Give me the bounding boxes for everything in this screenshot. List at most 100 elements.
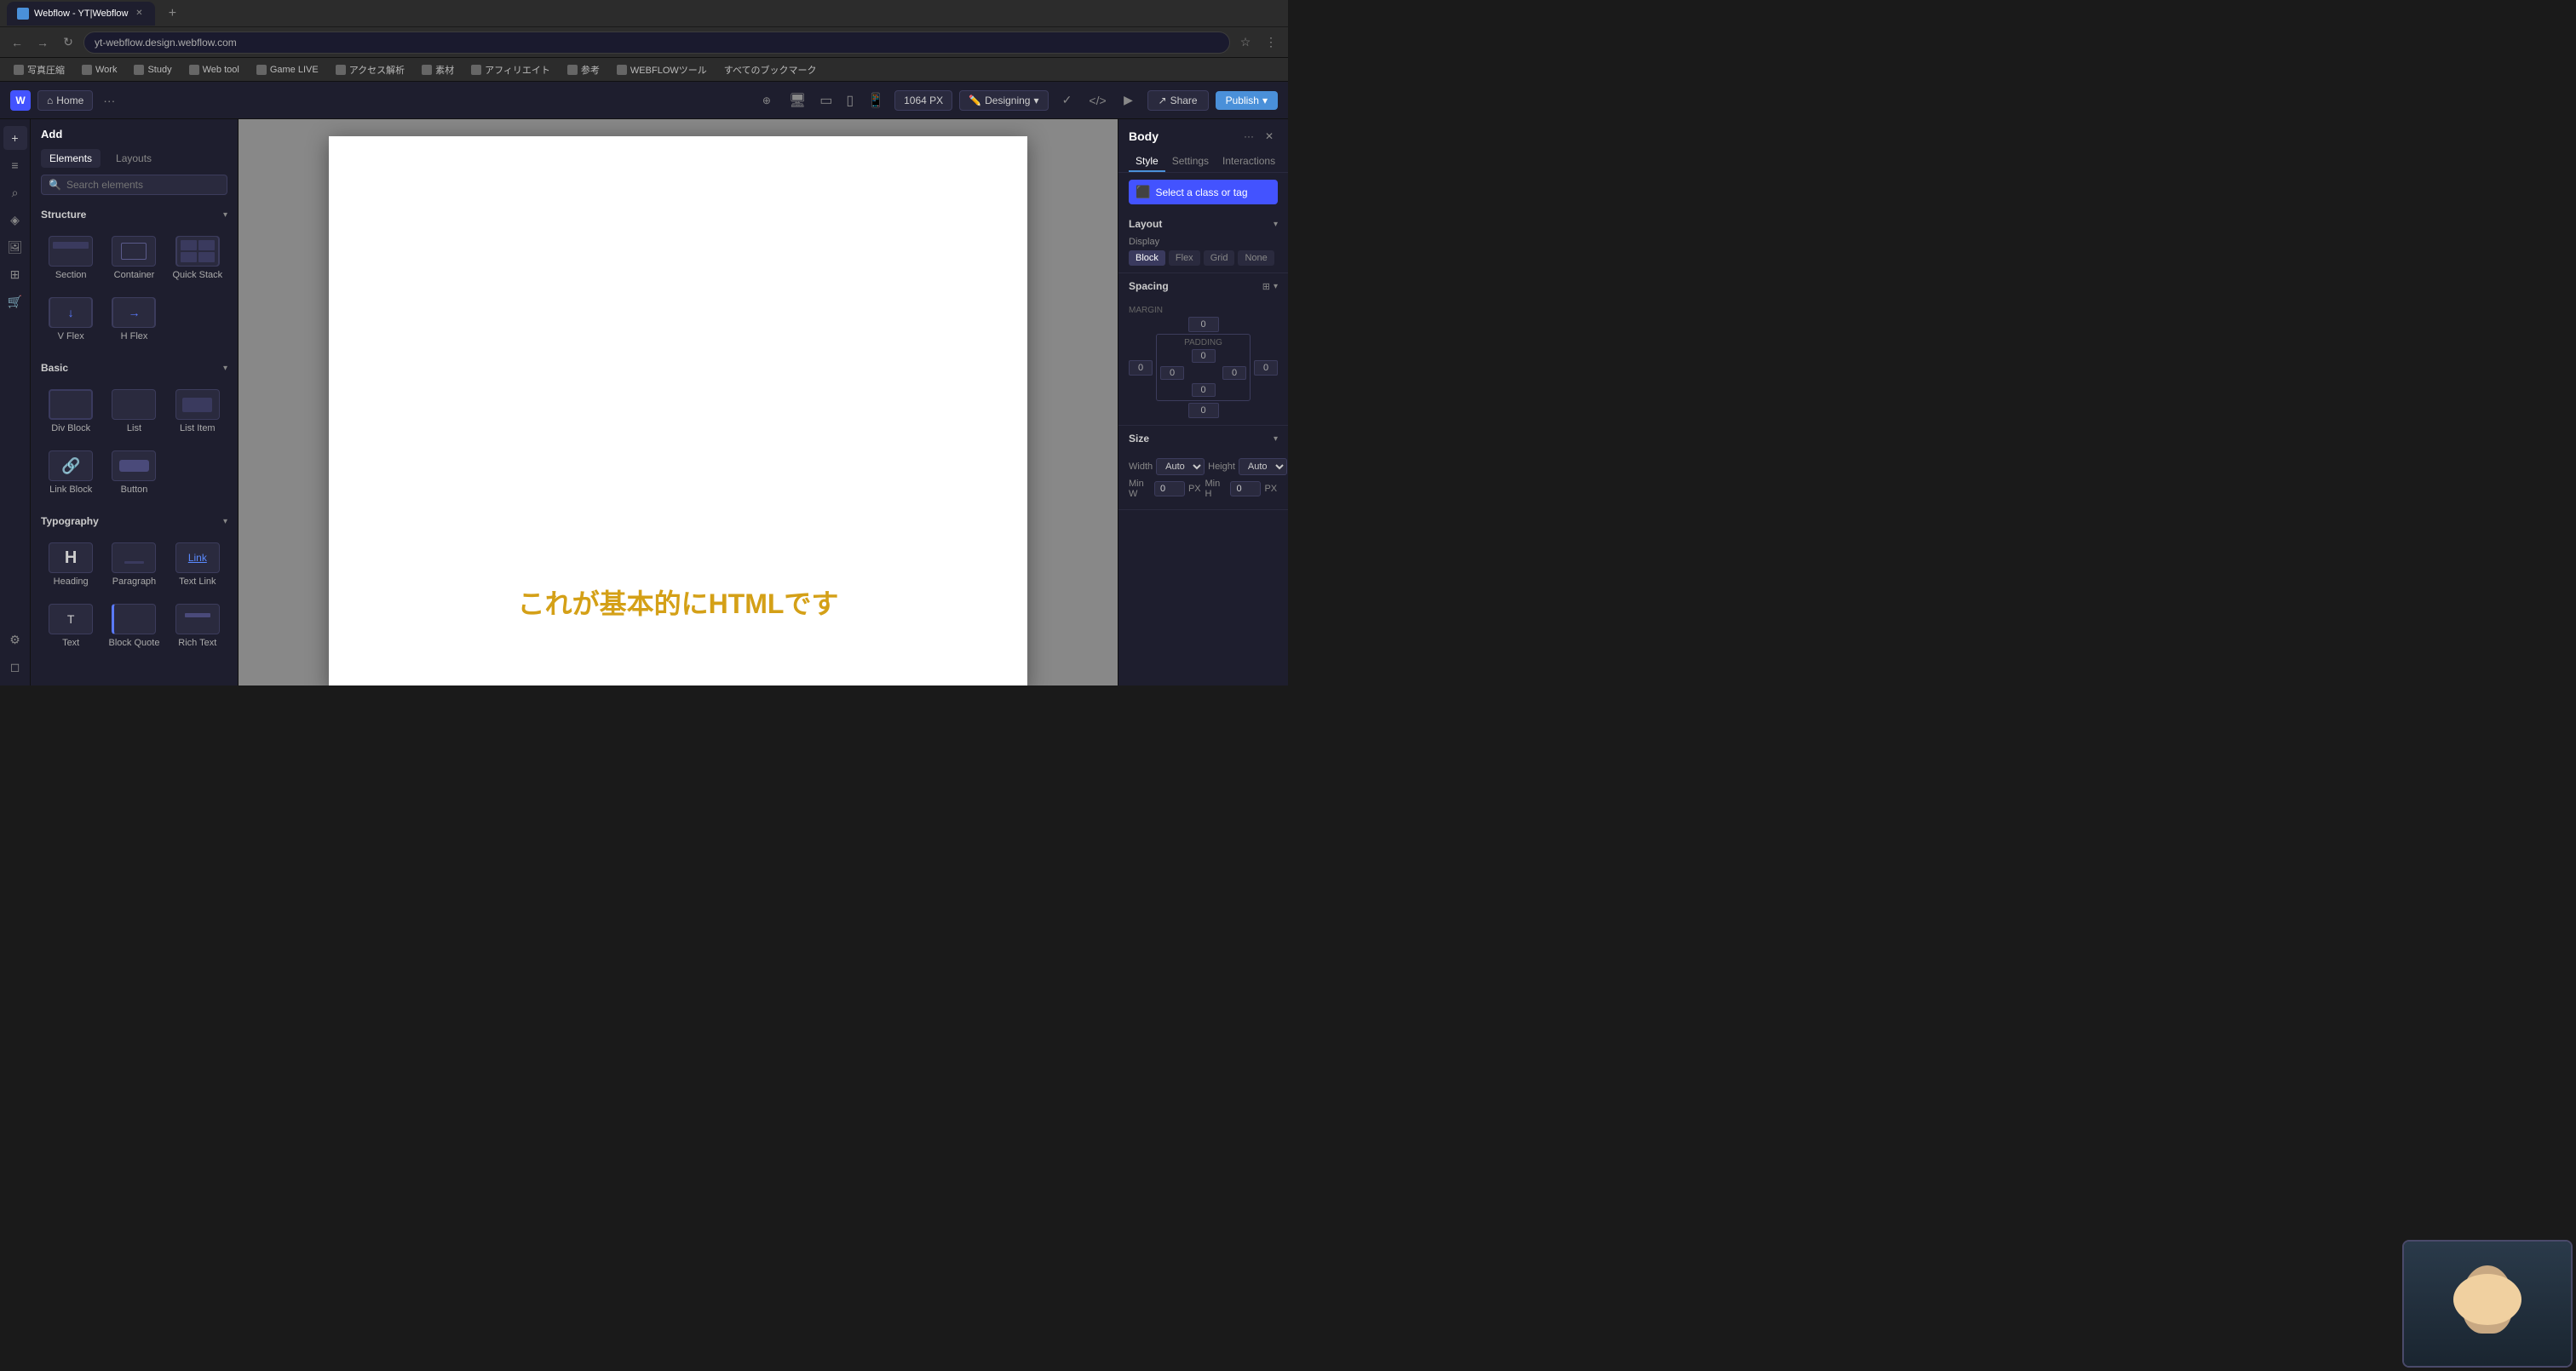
cms-icon[interactable]: ⊞ — [3, 262, 27, 286]
display-flex-btn[interactable]: Flex — [1169, 250, 1200, 266]
extensions-btn[interactable]: ☆ — [1235, 32, 1256, 53]
more-icon[interactable]: ··· — [1240, 128, 1257, 145]
settings-icon[interactable]: ⚙ — [3, 628, 27, 651]
assets-icon[interactable]: 🖼 — [3, 235, 27, 259]
bookmark-affiliate[interactable]: アフィリエイト — [464, 61, 557, 78]
close-icon[interactable]: ✕ — [1261, 128, 1278, 145]
tab-close-btn[interactable]: ✕ — [133, 8, 145, 20]
margin-right-input[interactable] — [1254, 360, 1278, 376]
tab-settings[interactable]: Settings — [1165, 152, 1216, 172]
height-input[interactable]: Auto — [1239, 458, 1287, 475]
basic-title: Basic — [41, 362, 68, 374]
spacing-adjust-icon[interactable]: ⊞ — [1262, 281, 1270, 292]
min-w-input[interactable] — [1154, 481, 1185, 496]
spacing-section-header[interactable]: Spacing ⊞ ▾ — [1118, 273, 1288, 299]
display-block-btn[interactable]: Block — [1129, 250, 1165, 266]
tablet-btn[interactable]: ▯ — [842, 89, 857, 112]
margin-top-input[interactable] — [1188, 317, 1219, 332]
structure-section-header[interactable]: Structure ▾ — [31, 202, 238, 226]
checkmark-btn[interactable]: ✓ — [1055, 89, 1079, 112]
dots-menu-btn[interactable]: ··· — [103, 94, 115, 107]
bookmark-study[interactable]: Study — [127, 63, 178, 77]
element-paragraph[interactable]: Paragraph — [104, 536, 164, 594]
margin-left-input[interactable] — [1129, 360, 1153, 376]
search-icon[interactable]: ⌕ — [3, 181, 27, 204]
app-body: + ≡ ⌕ ◈ 🖼 ⊞ 🛒 ⚙ ◻ Add Elements Layouts — [0, 119, 1288, 686]
tab-elements[interactable]: Elements — [41, 149, 101, 168]
style-selector[interactable]: ⬛ Select a class or tag — [1129, 180, 1278, 204]
preview-toggle-btn[interactable]: ▶ — [1117, 89, 1141, 112]
refresh-btn[interactable]: ↻ — [58, 32, 78, 53]
bookmark-work[interactable]: Work — [75, 63, 124, 77]
tab-style[interactable]: Style — [1129, 152, 1165, 172]
element-blockquote[interactable]: Block Quote — [104, 597, 164, 655]
code-btn[interactable]: </> — [1086, 89, 1110, 112]
padding-top-input[interactable] — [1192, 349, 1216, 363]
min-h-unit: PX — [1264, 484, 1278, 494]
new-tab-btn[interactable]: + — [162, 3, 182, 24]
typography-section-header[interactable]: Typography ▾ — [31, 508, 238, 532]
padding-left-input[interactable] — [1160, 366, 1184, 380]
element-container[interactable]: Container — [104, 229, 164, 287]
layout-section-header[interactable]: Layout ▾ — [1118, 211, 1288, 237]
desktop-btn[interactable]: 🖥 — [785, 89, 809, 112]
bookmark-material[interactable]: 素材 — [415, 61, 461, 78]
ecommerce-icon[interactable]: 🛒 — [3, 290, 27, 313]
element-vflex[interactable]: ↓ V Flex — [41, 290, 101, 348]
active-tab[interactable]: Webflow - YT|Webflow ✕ — [7, 2, 155, 26]
min-h-input[interactable] — [1230, 481, 1261, 496]
padding-right-input[interactable] — [1222, 366, 1246, 380]
margin-bottom-input[interactable] — [1188, 403, 1219, 418]
heading-label: Heading — [54, 577, 89, 587]
style-guide-icon[interactable]: ◻ — [3, 655, 27, 679]
bookmark-webflow-tool[interactable]: WEBFLOWツール — [610, 61, 714, 78]
bookmark-access[interactable]: アクセス解析 — [329, 61, 411, 78]
components-icon[interactable]: ◈ — [3, 208, 27, 232]
element-textlink[interactable]: Link Text Link — [168, 536, 227, 594]
tab-interactions[interactable]: Interactions — [1216, 152, 1282, 172]
home-btn[interactable]: ⌂ Home — [37, 90, 93, 111]
element-section[interactable]: Section — [41, 229, 101, 287]
element-hflex[interactable]: → H Flex — [104, 290, 164, 348]
element-text[interactable]: T Text — [41, 597, 101, 655]
back-btn[interactable]: ← — [7, 32, 27, 53]
element-linkblock[interactable]: 🔗 Link Block — [41, 444, 101, 502]
size-section-header[interactable]: Size ▾ — [1118, 426, 1288, 451]
style-tabs: Style Settings Interactions — [1118, 145, 1288, 173]
element-heading[interactable]: H Heading — [41, 536, 101, 594]
element-quickstack[interactable]: Quick Stack — [168, 229, 227, 287]
navigator-icon[interactable]: ≡ — [3, 153, 27, 177]
display-buttons: Block Flex Grid None — [1129, 250, 1278, 266]
element-button[interactable]: Button — [104, 444, 164, 502]
basic-section-header[interactable]: Basic ▾ — [31, 355, 238, 379]
publish-btn[interactable]: Publish ▾ — [1216, 91, 1278, 110]
element-list[interactable]: List — [104, 382, 164, 440]
element-listitem[interactable]: List Item — [168, 382, 227, 440]
display-grid-btn[interactable]: Grid — [1204, 250, 1235, 266]
forward-btn[interactable]: → — [32, 32, 53, 53]
tab-layouts[interactable]: Layouts — [107, 149, 160, 168]
element-divblock[interactable]: Div Block — [41, 382, 101, 440]
design-mode-btn[interactable]: ✏️ Designing ▾ — [959, 90, 1048, 111]
padding-bottom-input[interactable] — [1192, 383, 1216, 397]
tablet-landscape-btn[interactable]: ▭ — [816, 89, 836, 112]
textlink-icon: Link — [175, 542, 220, 573]
width-input[interactable]: Auto — [1156, 458, 1205, 475]
bookmark-webtool[interactable]: Web tool — [182, 63, 246, 77]
add-icon[interactable]: + — [3, 126, 27, 150]
tab-favicon — [17, 8, 29, 20]
button-icon — [112, 450, 156, 481]
display-none-btn[interactable]: None — [1238, 250, 1274, 266]
search-input[interactable] — [66, 179, 220, 191]
bookmark-photo[interactable]: 写真圧縮 — [7, 61, 72, 78]
bookmark-icon — [336, 65, 346, 75]
share-btn[interactable]: ↗ Share — [1147, 90, 1209, 111]
mobile-btn[interactable]: 📱 — [864, 89, 888, 112]
element-richtext[interactable]: Rich Text — [168, 597, 227, 655]
address-bar[interactable]: yt-webflow.design.webflow.com — [83, 32, 1230, 54]
bookmark-gamelive[interactable]: Game LIVE — [250, 63, 325, 77]
menu-btn[interactable]: ⋮ — [1261, 32, 1281, 53]
navigator-btn[interactable]: ⊕ — [755, 89, 779, 112]
bookmark-all[interactable]: すべてのブックマーク — [717, 61, 824, 78]
bookmark-ref[interactable]: 参考 — [561, 61, 607, 78]
